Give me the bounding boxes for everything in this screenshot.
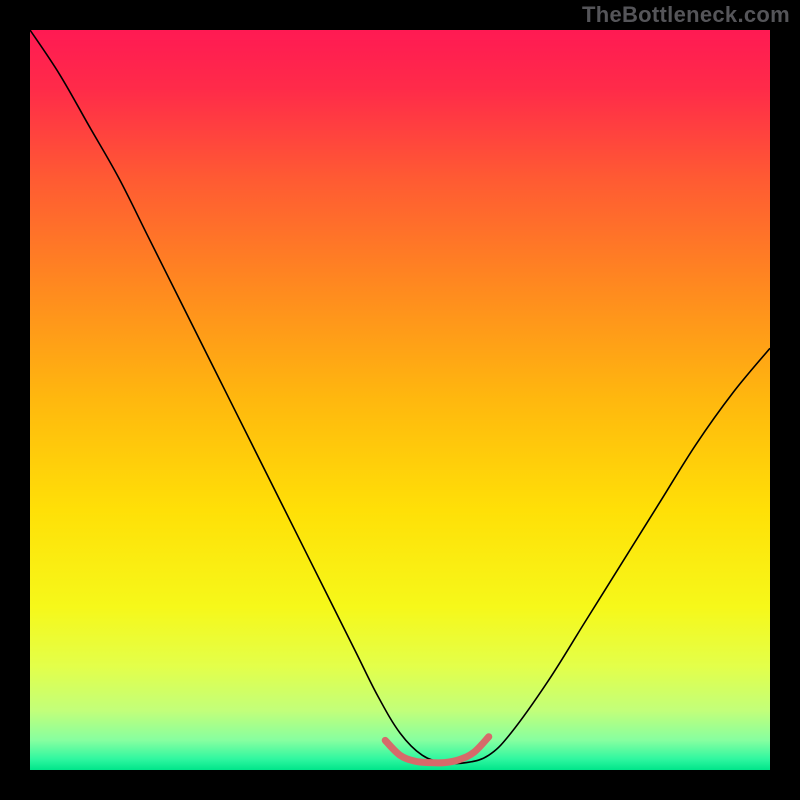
- watermark-text: TheBottleneck.com: [582, 2, 790, 28]
- chart-frame: TheBottleneck.com: [0, 0, 800, 800]
- curve-layer: [30, 30, 770, 770]
- series-optimal-band-marker: [385, 737, 489, 763]
- series-bottleneck-curve: [30, 30, 770, 764]
- plot-area: [30, 30, 770, 770]
